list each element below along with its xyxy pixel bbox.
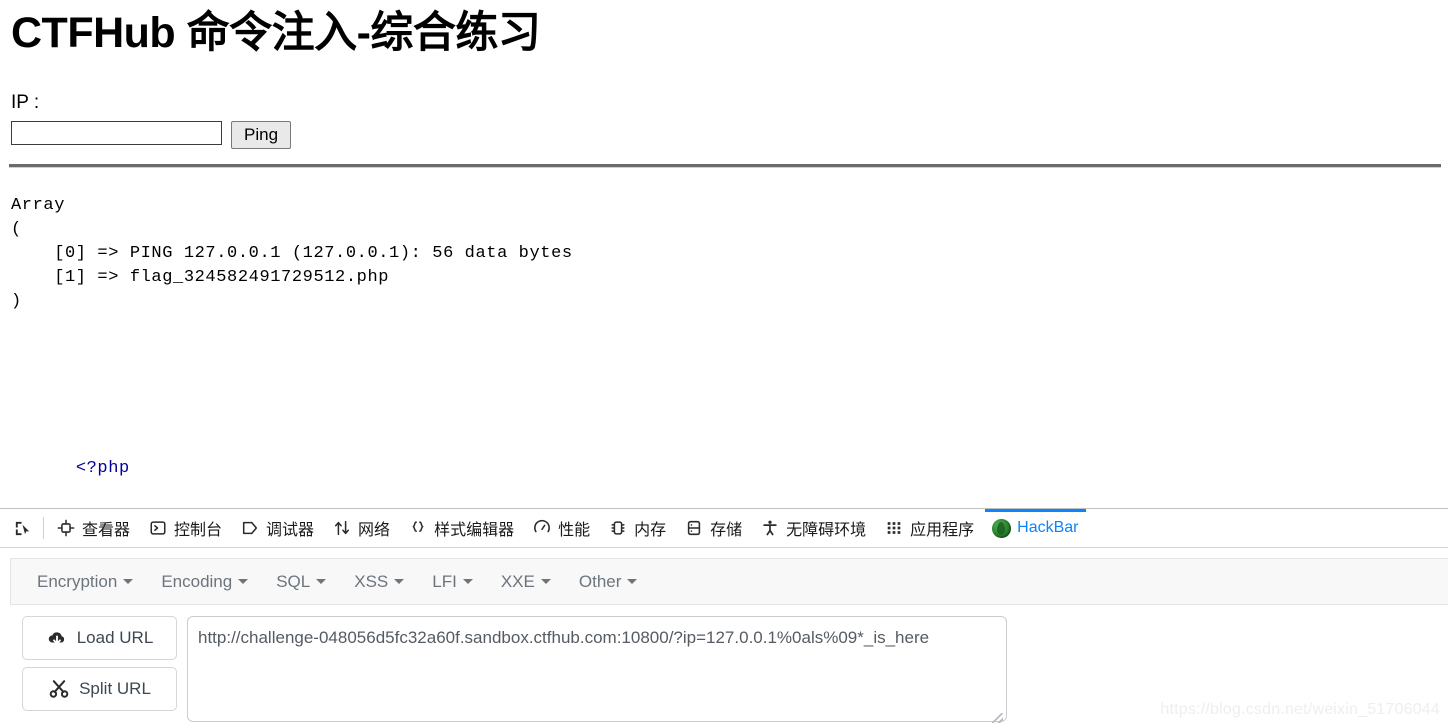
devtools-tab-console[interactable]: 控制台: [139, 509, 231, 547]
split-url-label: Split URL: [79, 679, 151, 699]
ip-input[interactable]: [11, 121, 222, 145]
element-picker-icon: [12, 518, 32, 538]
hackbar-action-buttons: Load URL Split URL: [22, 616, 177, 723]
hackbar-menu-encryption[interactable]: Encryption: [23, 566, 147, 598]
chevron-down-icon: [541, 579, 551, 584]
hackbar-menu-sql[interactable]: SQL: [262, 566, 340, 598]
devtools-tab-style-editor[interactable]: 样式编辑器: [399, 509, 523, 547]
devtools-tab-accessibility[interactable]: 无障碍环境: [751, 509, 875, 547]
console-icon: [148, 518, 168, 538]
hackbar-menu-label: XXE: [501, 572, 535, 592]
ping-array-output: Array ( [0] => PING 127.0.0.1 (127.0.0.1…: [11, 194, 573, 314]
hackbar-menu-lfi[interactable]: LFI: [418, 566, 487, 598]
php-open-tag: <?php: [76, 459, 130, 478]
hackbar-menu-xss[interactable]: XSS: [340, 566, 418, 598]
horizontal-divider: [9, 164, 1441, 168]
ping-button[interactable]: Ping: [231, 121, 291, 149]
chevron-down-icon: [463, 579, 473, 584]
devtools-tab-label: 查看器: [82, 516, 130, 540]
devtools-tab-label: 调试器: [266, 516, 314, 540]
hackbar-menu-bar: Encryption Encoding SQL XSS LFI XXE: [10, 558, 1448, 605]
devtools-tab-performance[interactable]: 性能: [523, 509, 599, 547]
hackbar-menu-label: Encoding: [161, 572, 232, 592]
url-input[interactable]: [187, 616, 1007, 722]
hackbar-menu-other[interactable]: Other: [565, 566, 652, 598]
devtools-tab-label: 内存: [634, 516, 666, 540]
php-open-tag-line: <?php: [11, 422, 551, 508]
devtools-tab-label: 存储: [710, 516, 742, 540]
chevron-down-icon: [316, 579, 326, 584]
devtools-tab-label: 无障碍环境: [786, 516, 866, 540]
hackbar-menu-encoding[interactable]: Encoding: [147, 566, 262, 598]
network-icon: [332, 518, 352, 538]
hackbar-url-row: Load URL Split URL: [22, 616, 1007, 723]
devtools-tab-bar: 查看器 控制台 调试器: [0, 509, 1448, 548]
hackbar-menu-label: LFI: [432, 572, 457, 592]
ping-form: Ping: [11, 121, 291, 149]
hackbar-panel: Encryption Encoding SQL XSS LFI XXE: [0, 548, 1448, 723]
hackbar-menu-label: XSS: [354, 572, 388, 592]
devtools-tab-label: 应用程序: [910, 516, 974, 540]
devtools-tab-debugger[interactable]: 调试器: [231, 509, 323, 547]
devtools-tab-memory[interactable]: 内存: [599, 509, 675, 547]
hackbar-menu-label: Encryption: [37, 572, 117, 592]
memory-icon: [608, 518, 628, 538]
cloud-download-icon: [46, 627, 68, 649]
php-source-listing: <?php $res = FALSE; if (isset($_GET['ip'…: [11, 360, 551, 508]
scissors-icon: [48, 678, 70, 700]
accessibility-icon: [760, 518, 780, 538]
split-url-button[interactable]: Split URL: [22, 667, 177, 711]
devtools-tab-label: 网络: [358, 516, 390, 540]
element-picker-button[interactable]: [4, 509, 40, 547]
chevron-down-icon: [394, 579, 404, 584]
hackbar-logo-icon: [992, 519, 1011, 538]
toolbar-separator: [43, 517, 44, 539]
devtools-tab-inspector[interactable]: 查看器: [47, 509, 139, 547]
devtools-tab-application[interactable]: 应用程序: [875, 509, 983, 547]
devtools-tab-label: 控制台: [174, 516, 222, 540]
devtools-panel: 查看器 控制台 调试器: [0, 508, 1448, 723]
page-title: CTFHub 命令注入-综合练习: [0, 0, 1448, 62]
devtools-tab-storage[interactable]: 存储: [675, 509, 751, 547]
chevron-down-icon: [238, 579, 248, 584]
storage-icon: [684, 518, 704, 538]
hackbar-url-field-wrapper: [187, 616, 1007, 723]
chevron-down-icon: [627, 579, 637, 584]
devtools-tab-label: HackBar: [1017, 519, 1078, 537]
load-url-label: Load URL: [77, 628, 154, 648]
ip-label: IP :: [11, 92, 39, 114]
debugger-icon: [240, 518, 260, 538]
hackbar-menu-label: Other: [579, 572, 622, 592]
devtools-tab-label: 样式编辑器: [434, 516, 514, 540]
load-url-button[interactable]: Load URL: [22, 616, 177, 660]
inspector-icon: [56, 518, 76, 538]
hackbar-menu-label: SQL: [276, 572, 310, 592]
devtools-tab-network[interactable]: 网络: [323, 509, 399, 547]
devtools-tab-hackbar[interactable]: HackBar: [983, 509, 1087, 547]
devtools-tab-label: 性能: [558, 516, 590, 540]
hackbar-menu-xxe[interactable]: XXE: [487, 566, 565, 598]
style-editor-icon: [408, 518, 428, 538]
browser-page-content: CTFHub 命令注入-综合练习 IP : Ping Array ( [0] =…: [0, 0, 1448, 508]
chevron-down-icon: [123, 579, 133, 584]
application-icon: [884, 518, 904, 538]
performance-icon: [532, 518, 552, 538]
